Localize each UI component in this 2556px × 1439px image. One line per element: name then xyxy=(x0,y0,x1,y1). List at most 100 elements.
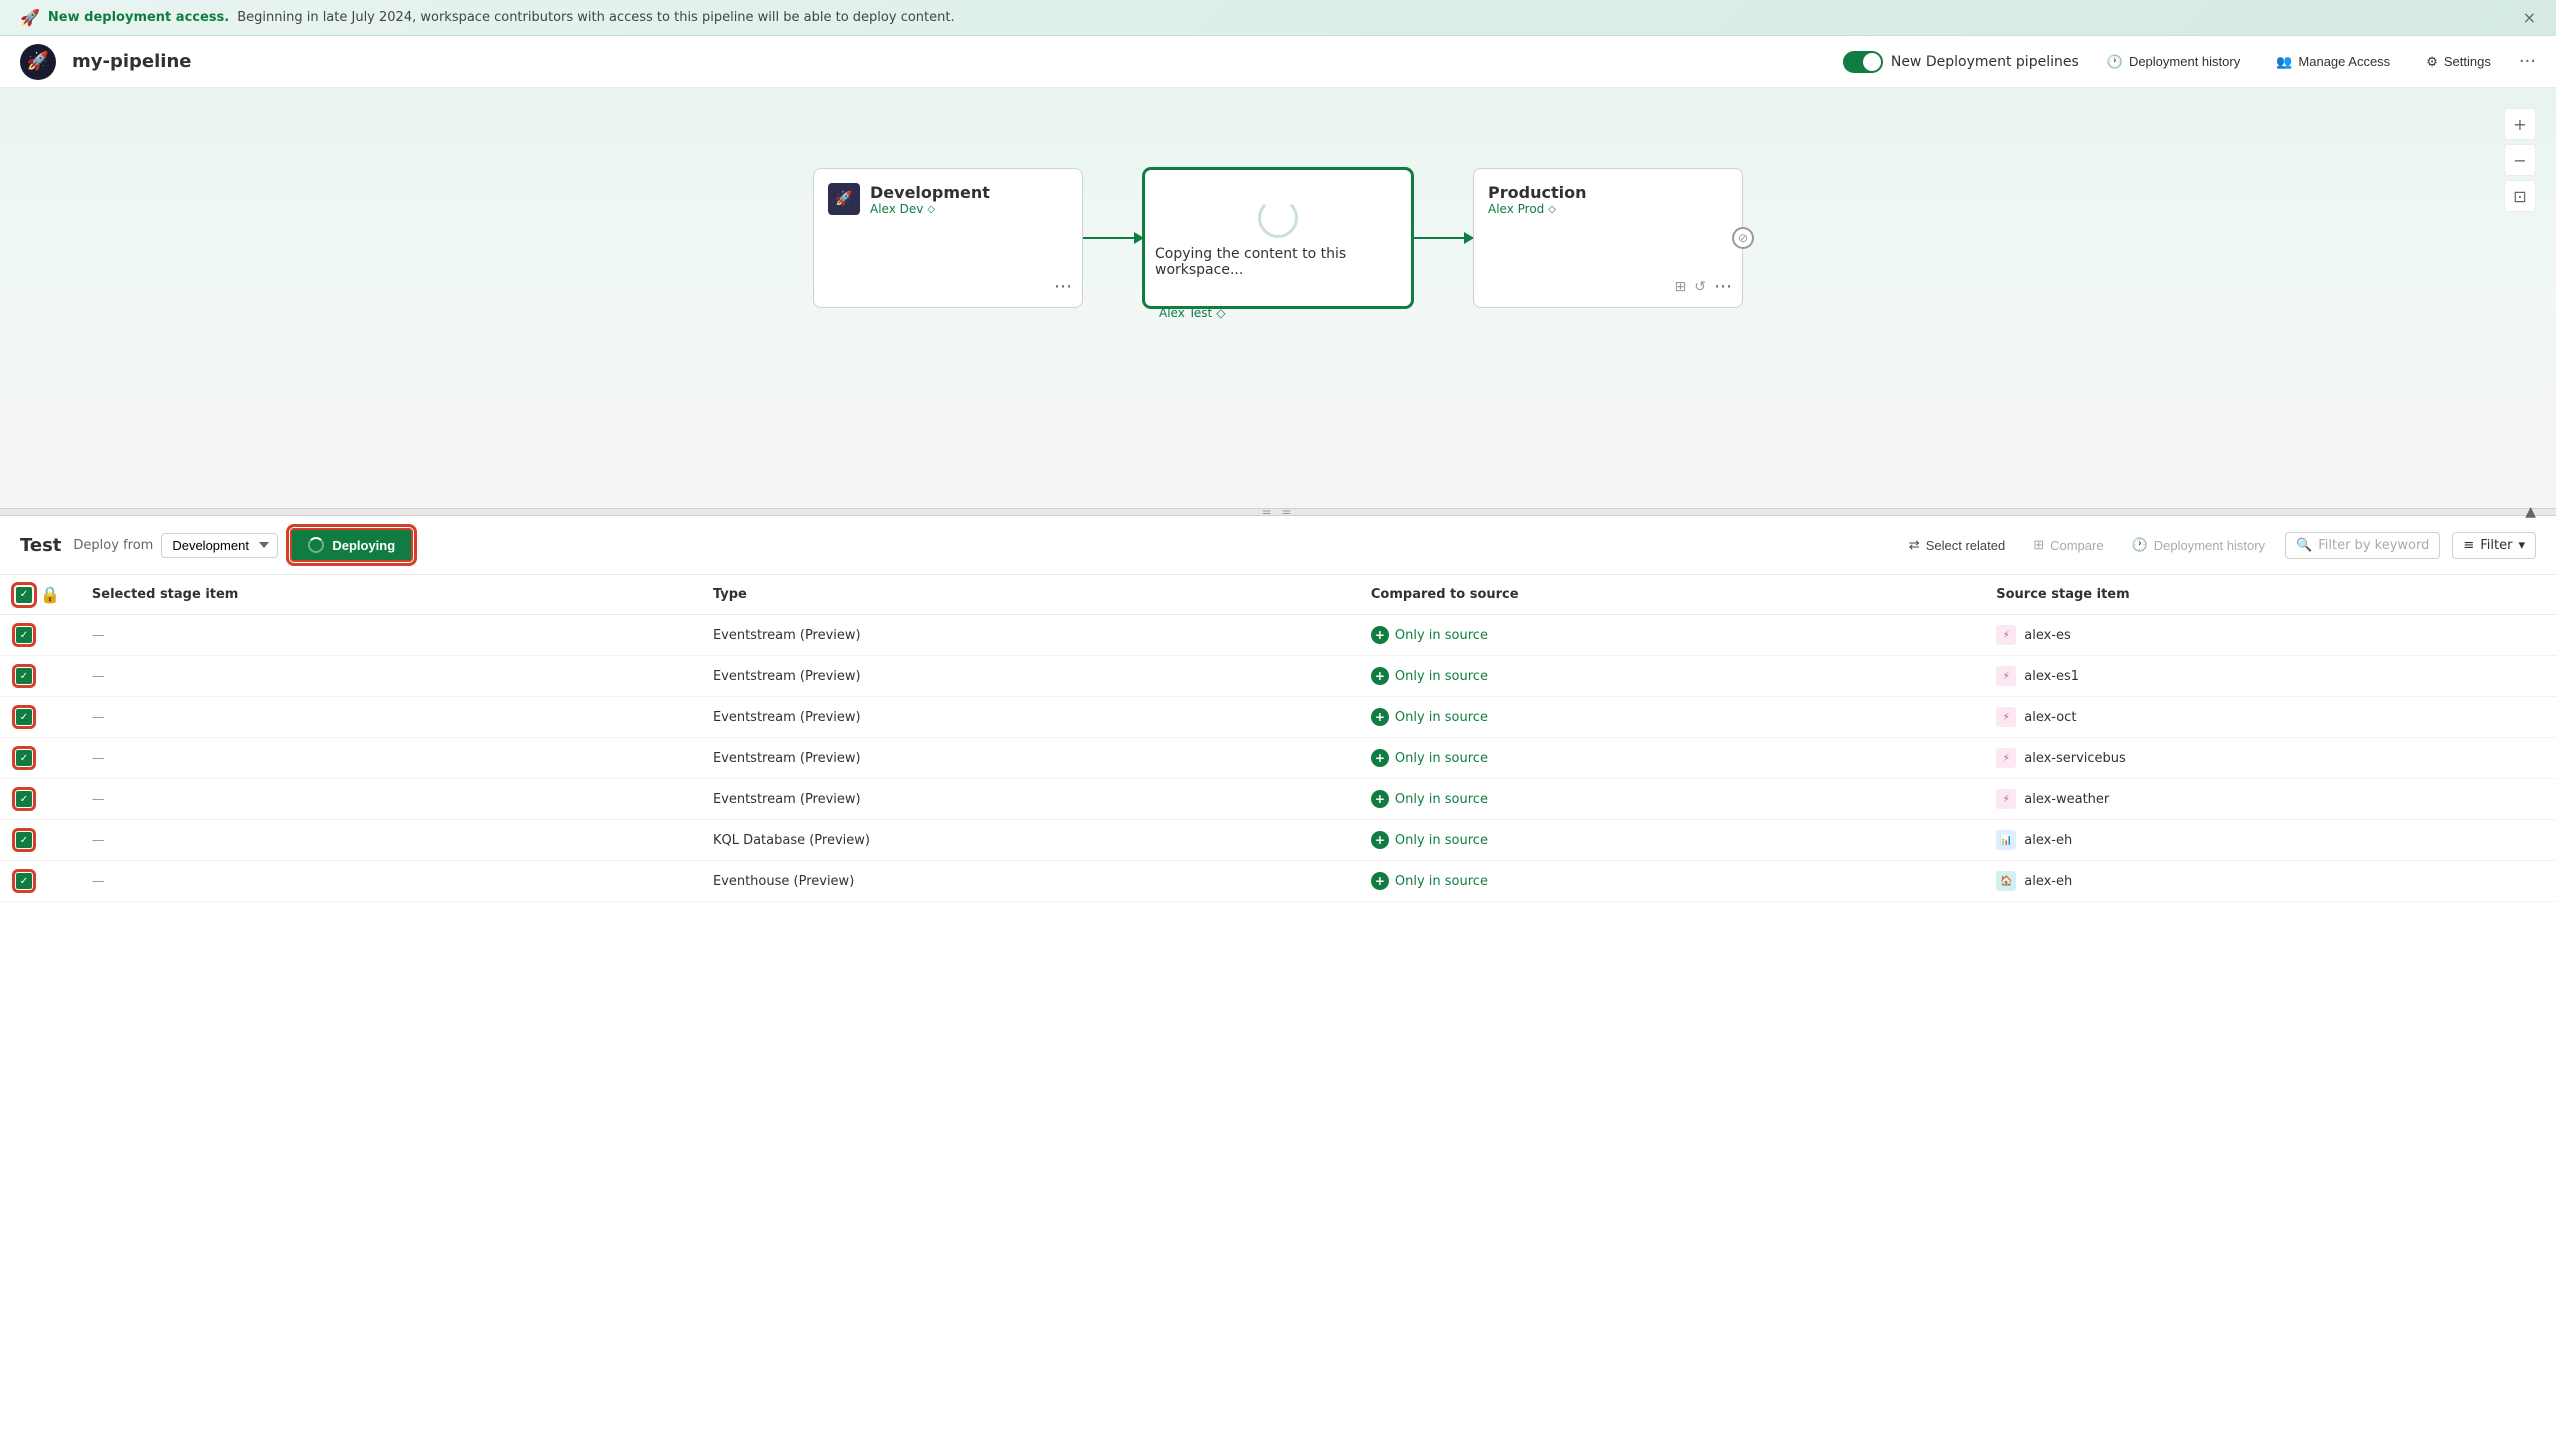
settings-button[interactable]: ⚙ Settings xyxy=(2418,50,2499,74)
row-checkbox-cell-5: ✓ xyxy=(0,820,76,861)
deployment-history-panel-label: Deployment history xyxy=(2154,538,2265,553)
only-in-source-label-5: Only in source xyxy=(1395,833,1488,848)
items-table-container: ✓ 🔒 Selected stage item Type Compared to… xyxy=(0,575,2556,1439)
source-icon-4: ⚡ xyxy=(1996,789,2016,809)
row-checkbox-cell-3: ✓ xyxy=(0,738,76,779)
select-related-icon: ⇄ xyxy=(1909,537,1920,553)
fit-to-screen-button[interactable]: ⊡ xyxy=(2504,180,2536,212)
row-checkbox-5[interactable]: ✓ xyxy=(16,832,32,848)
bottom-panel: Test Deploy from Development Test Produc… xyxy=(0,516,2556,1439)
deployment-history-button[interactable]: 🕐 Deployment history xyxy=(2099,50,2248,74)
pipeline-stages: 🚀 Development Alex Dev ◇ ⋯ xyxy=(40,168,2516,308)
table-row: ✓ — Eventstream (Preview) + Only in sour… xyxy=(0,779,2556,820)
row-checkbox-cell-4: ✓ xyxy=(0,779,76,820)
row-checkbox-4[interactable]: ✓ xyxy=(16,791,32,807)
divider-handle: = = xyxy=(1262,505,1295,519)
table-row: ✓ — Eventstream (Preview) + Only in sour… xyxy=(0,697,2556,738)
compare-icon: ⊞ xyxy=(2033,537,2044,553)
row-checkbox-cell-1: ✓ xyxy=(0,656,76,697)
panel-title: Test xyxy=(20,535,61,556)
source-name-0: alex-es xyxy=(2024,628,2071,643)
settings-label: Settings xyxy=(2444,54,2491,69)
row-source-5: 📊 alex-eh xyxy=(1980,820,2556,861)
row-type-6: Eventhouse (Preview) xyxy=(697,861,1355,902)
row-compared-6: + Only in source xyxy=(1355,861,1980,902)
row-compared-3: + Only in source xyxy=(1355,738,1980,779)
new-deployment-toggle[interactable] xyxy=(1843,51,1883,73)
search-icon: 🔍 xyxy=(2296,538,2312,553)
arrow-line-1 xyxy=(1083,237,1143,239)
zoom-controls: + − ⊡ xyxy=(2504,108,2536,212)
production-stage-header: Production Alex Prod ◇ xyxy=(1474,169,1742,216)
only-in-source-label-1: Only in source xyxy=(1395,669,1488,684)
only-in-source-label-0: Only in source xyxy=(1395,628,1488,643)
banner-title: New deployment access. xyxy=(48,10,229,25)
row-source-6: 🏠 alex-eh xyxy=(1980,861,2556,902)
panel-divider[interactable]: = = ▲ xyxy=(0,508,2556,516)
row-source-1: ⚡ alex-es1 xyxy=(1980,656,2556,697)
development-workspace: Alex Dev ◇ xyxy=(870,202,990,216)
new-deployment-toggle-group: New Deployment pipelines xyxy=(1843,51,2079,73)
only-in-source-label-2: Only in source xyxy=(1395,710,1488,725)
development-more-button[interactable]: ⋯ xyxy=(1054,276,1072,297)
row-selected-item-3: — xyxy=(76,738,697,779)
row-type-0: Eventstream (Preview) xyxy=(697,615,1355,656)
compare-button[interactable]: ⊞ Compare xyxy=(2025,533,2111,557)
production-stage-actions: ⊞ ↺ ⋯ xyxy=(1675,276,1732,297)
test-workspace-diamond: ◇ xyxy=(1216,306,1225,320)
test-stage-footer: Alex Test ◇ xyxy=(1145,306,1411,332)
more-options-button[interactable]: ··· xyxy=(2519,51,2536,72)
row-selected-item-4: — xyxy=(76,779,697,820)
production-more-button[interactable]: ⋯ xyxy=(1714,276,1732,297)
source-name-1: alex-es1 xyxy=(2024,669,2079,684)
clock-icon: 🕐 xyxy=(2107,54,2123,70)
copying-text: Copying the content to this workspace... xyxy=(1155,246,1401,278)
source-icon-6: 🏠 xyxy=(1996,871,2016,891)
deploy-from-label: Deploy from xyxy=(73,538,153,553)
table-row: ✓ — KQL Database (Preview) + Only in sou… xyxy=(0,820,2556,861)
deployment-history-panel-button[interactable]: 🕐 Deployment history xyxy=(2124,533,2273,557)
row-checkbox-2[interactable]: ✓ xyxy=(16,709,32,725)
row-checkbox-6[interactable]: ✓ xyxy=(16,873,32,889)
zoom-out-button[interactable]: − xyxy=(2504,144,2536,176)
deploying-label: Deploying xyxy=(332,538,395,553)
gear-icon: ⚙ xyxy=(2426,54,2438,70)
row-checkbox-3[interactable]: ✓ xyxy=(16,750,32,766)
panel-toolbar: Test Deploy from Development Test Produc… xyxy=(0,516,2556,575)
copying-spinner xyxy=(1258,198,1298,238)
th-selected-stage-item: Selected stage item xyxy=(76,575,697,615)
select-all-checkbox[interactable]: ✓ xyxy=(16,587,32,603)
deploying-button[interactable]: Deploying xyxy=(290,528,413,562)
zoom-in-button[interactable]: + xyxy=(2504,108,2536,140)
workspace-diamond-icon: ◇ xyxy=(927,204,935,215)
row-checkbox-0[interactable]: ✓ xyxy=(16,627,32,643)
prod-workspace-diamond: ◇ xyxy=(1548,204,1556,215)
source-name-5: alex-eh xyxy=(2024,833,2072,848)
select-related-button[interactable]: ⇄ Select related xyxy=(1901,533,2013,557)
header: 🚀 my-pipeline New Deployment pipelines 🕐… xyxy=(0,36,2556,88)
row-source-2: ⚡ alex-oct xyxy=(1980,697,2556,738)
filter-keyword-placeholder: Filter by keyword xyxy=(2318,538,2429,553)
row-type-3: Eventstream (Preview) xyxy=(697,738,1355,779)
deploy-from-select[interactable]: Development Test Production xyxy=(161,533,278,558)
banner-close-button[interactable]: × xyxy=(2523,8,2536,27)
row-compared-0: + Only in source xyxy=(1355,615,1980,656)
manage-access-button[interactable]: 👥 Manage Access xyxy=(2268,50,2398,74)
filter-button[interactable]: ≡ Filter ▾ xyxy=(2452,532,2536,559)
only-in-source-label-4: Only in source xyxy=(1395,792,1488,807)
only-in-source-label-3: Only in source xyxy=(1395,751,1488,766)
production-compare-icon[interactable]: ⊞ xyxy=(1675,279,1687,295)
manage-access-label: Manage Access xyxy=(2298,54,2390,69)
row-checkbox-1[interactable]: ✓ xyxy=(16,668,32,684)
row-selected-item-0: — xyxy=(76,615,697,656)
test-stage-card: Copying the content to this workspace...… xyxy=(1143,168,1413,308)
deploy-from-group: Deploy from Development Test Production xyxy=(73,533,278,558)
production-history-icon[interactable]: ↺ xyxy=(1694,279,1706,295)
deploying-spinner-icon xyxy=(308,537,324,553)
select-related-label: Select related xyxy=(1926,538,2006,553)
app-logo: 🚀 xyxy=(20,44,56,80)
pipeline-title: my-pipeline xyxy=(72,51,191,72)
deployment-history-label: Deployment history xyxy=(2129,54,2240,69)
collapse-button[interactable]: ▲ xyxy=(2525,504,2536,520)
row-selected-item-5: — xyxy=(76,820,697,861)
